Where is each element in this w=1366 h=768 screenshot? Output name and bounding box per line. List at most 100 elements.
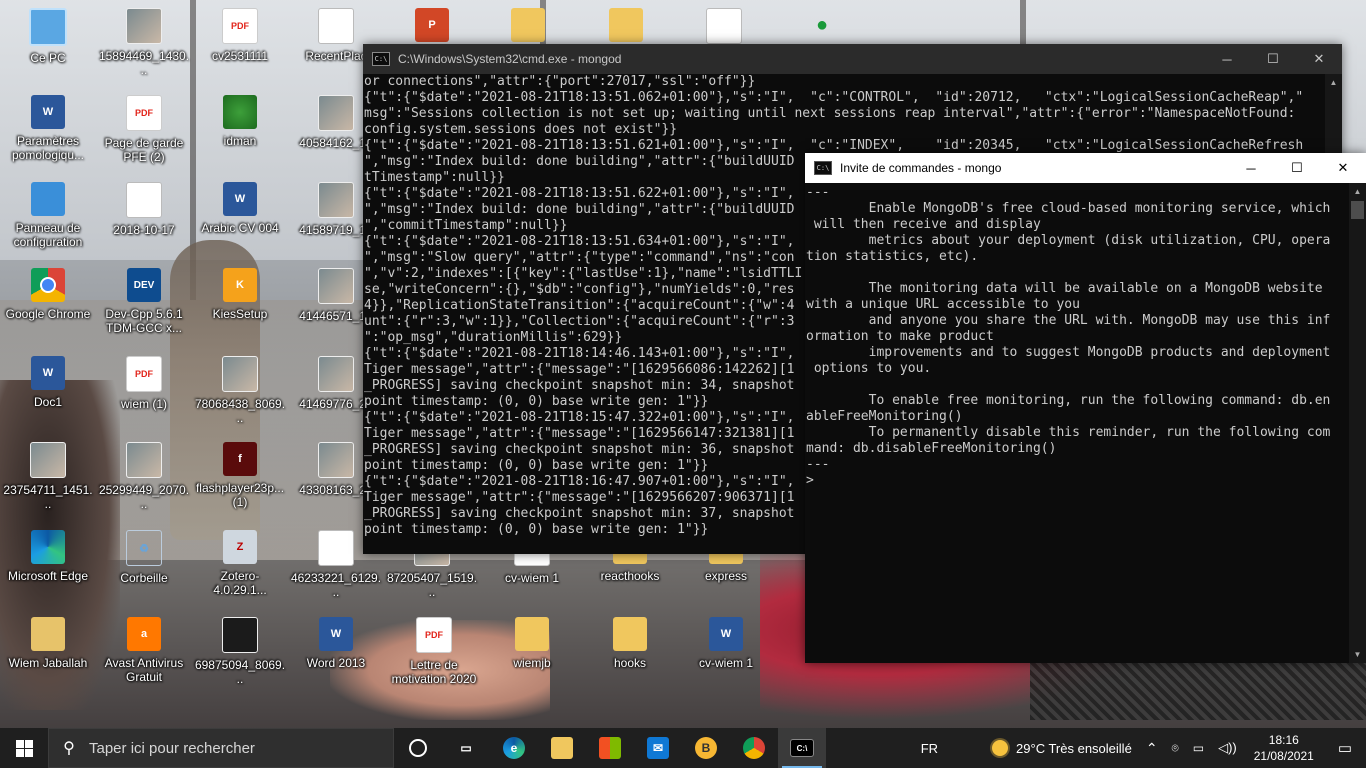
desktop-icon[interactable]: Ce PC — [2, 8, 94, 65]
close-button[interactable]: ✕ — [1296, 44, 1342, 74]
file-explorer-icon — [551, 737, 573, 759]
desktop-icon[interactable]: idman — [194, 95, 286, 148]
minimize-button[interactable]: ─ — [1228, 153, 1274, 183]
desktop-icon[interactable]: hooks — [584, 617, 676, 670]
scroll-up-arrow[interactable]: ▲ — [1325, 74, 1342, 91]
console-line: {"t":{"$date":"2021-08-21T18:13:51.621+0… — [364, 138, 1304, 153]
desktop-icon[interactable]: PDF Page de garde PFE (2) — [98, 95, 190, 164]
volume-icon[interactable]: ◁)) — [1211, 740, 1244, 756]
sun-icon — [992, 740, 1009, 756]
desktop-icon[interactable]: 15894469_1430... — [98, 8, 190, 77]
mongo-shell-window[interactable]: C:\ Invite de commandes - mongo ─ ☐ ✕ --… — [805, 153, 1366, 663]
taskbar-search[interactable]: ⚲ Taper ici pour rechercher — [48, 728, 394, 768]
clock[interactable]: 18:16 21/08/2021 — [1244, 732, 1324, 764]
chevron-up-icon[interactable]: ⌃ — [1139, 740, 1165, 757]
desktop-icon[interactable]: Panneau de configuration — [2, 182, 94, 249]
desktop-icon[interactable] — [580, 8, 672, 42]
weather-widget[interactable]: 29°C Très ensoleillé — [985, 740, 1139, 756]
word-doc-icon: W — [709, 617, 743, 651]
cmd-icon: C:\ — [814, 161, 832, 175]
scrollbar[interactable]: ▲ ▼ — [1349, 183, 1366, 663]
start-button[interactable] — [0, 728, 48, 768]
scroll-up-arrow[interactable]: ▲ — [1349, 183, 1366, 200]
desktop-icon[interactable]: W Doc1 — [2, 356, 94, 409]
taskbar-timeline[interactable]: ▭ — [442, 728, 490, 768]
taskbar-edge[interactable]: e — [490, 728, 538, 768]
desktop-icon[interactable]: Wiem Jaballah — [2, 617, 94, 670]
close-button[interactable]: ✕ — [1320, 153, 1366, 183]
window-titlebar[interactable]: C:\ Invite de commandes - mongo ─ ☐ ✕ — [805, 153, 1366, 183]
scrollbar-thumb[interactable] — [1351, 201, 1364, 219]
console-line: or connections","attr":{"port":27017,"ss… — [364, 74, 756, 89]
desktop-icon-label: 15894469_1430... — [98, 49, 190, 77]
maximize-button[interactable]: ☐ — [1250, 44, 1296, 74]
pdf-icon: PDF — [416, 617, 452, 653]
desktop-icon[interactable]: W cv-wiem 1 — [680, 617, 772, 670]
desktop-icon[interactable]: 69875094_8069... — [194, 617, 286, 686]
clock-time: 18:16 — [1268, 733, 1299, 747]
desktop-icon[interactable]: f flashplayer23p... (1) — [194, 442, 286, 509]
desktop-icon-label: 87205407_1519... — [386, 571, 478, 599]
taskbar-chrome[interactable] — [730, 728, 778, 768]
photo-icon — [222, 356, 258, 392]
desktop-icon[interactable]: Z Zotero-4.0.29.1... — [194, 530, 286, 597]
desktop-icon[interactable]: ♻ Corbeille — [98, 530, 190, 585]
desktop-icon[interactable]: PDF wiem (1) — [98, 356, 190, 411]
language-indicator[interactable]: FR — [914, 741, 945, 756]
network-icon[interactable]: ▭ — [1186, 741, 1211, 755]
edge-icon: e — [503, 737, 525, 759]
desktop-icon-label: Google Chrome — [5, 307, 91, 321]
desktop-icon[interactable]: wiemjb — [486, 617, 578, 670]
desktop-icon[interactable] — [678, 8, 770, 44]
window-title: C:\Windows\System32\cmd.exe - mongod — [398, 52, 622, 66]
desktop-icon[interactable]: 25299449_2070... — [98, 442, 190, 511]
taskbar-mail[interactable]: ✉ — [634, 728, 682, 768]
minimize-button[interactable]: ─ — [1204, 44, 1250, 74]
desktop-icon[interactable]: Google Chrome — [2, 268, 94, 321]
desktop-icon-label: 69875094_8069... — [194, 658, 286, 686]
desktop-icon[interactable] — [482, 8, 574, 42]
desktop-icon[interactable]: W Arabic CV 004 — [194, 182, 286, 235]
desktop-icon[interactable]: W Paramètres pomologiqu... — [2, 95, 94, 162]
console-line: --- — [806, 185, 830, 200]
desktop-icon-label: Ce PC — [30, 51, 66, 65]
system-tray: FR 29°C Très ensoleillé ⌃ ⌾ ▭ ◁)) 18:16 … — [914, 728, 1366, 768]
taskbar-file-explorer[interactable] — [538, 728, 586, 768]
chrome-icon — [743, 737, 765, 759]
console-line: will then receive and display — [806, 217, 1041, 232]
desktop-icon-label: express — [704, 569, 748, 583]
desktop-icon[interactable]: PDF cv2531111 — [194, 8, 286, 63]
taskbar-store[interactable] — [586, 728, 634, 768]
desktop-icon-label: wiemjb — [513, 656, 551, 670]
weather-text: 29°C Très ensoleillé — [1016, 740, 1132, 756]
taskbar-task-view[interactable] — [394, 728, 442, 768]
notification-icon[interactable]: ▭ — [1324, 739, 1366, 757]
window-titlebar[interactable]: C:\ C:\Windows\System32\cmd.exe - mongod… — [363, 44, 1342, 74]
taskbar-brave[interactable]: B — [682, 728, 730, 768]
desktop-icon[interactable]: 23754711_1451... — [2, 442, 94, 511]
folder-icon — [511, 8, 545, 42]
desktop-icon-label: Lettre de motivation 2020 — [391, 658, 477, 686]
desktop-icon[interactable]: 2018-10-17 — [98, 182, 190, 237]
desktop-icon[interactable]: DEV Dev-Cpp 5.6.1 TDM-GCC x... — [98, 268, 190, 335]
taskbar-cmd[interactable]: C:\ — [778, 728, 826, 768]
desktop-icon[interactable]: P — [386, 8, 478, 42]
maximize-button[interactable]: ☐ — [1274, 153, 1320, 183]
desktop-icon[interactable]: Microsoft Edge — [2, 530, 94, 583]
desktop-icon[interactable]: 78068438_8069... — [194, 356, 286, 425]
word-doc-icon: W — [31, 356, 65, 390]
console-output[interactable]: --- Enable MongoDB's free cloud-based mo… — [805, 183, 1348, 657]
console-line: To permanently disable this reminder, ru… — [806, 425, 1331, 440]
desktop-icon[interactable]: a Avast Antivirus Gratuit — [98, 617, 190, 684]
desktop-icon-label: wiem (1) — [120, 397, 167, 411]
desktop-icon[interactable]: PDF Lettre de motivation 2020 — [388, 617, 480, 686]
desktop-icon-label: Zotero-4.0.29.1... — [213, 569, 267, 597]
desktop-icon[interactable]: ● — [776, 8, 868, 42]
powerpoint-icon: P — [415, 8, 449, 42]
desktop-icon[interactable]: K KiesSetup — [194, 268, 286, 321]
camera-icon[interactable]: ⌾ — [1165, 741, 1186, 756]
scroll-down-arrow[interactable]: ▼ — [1349, 646, 1366, 663]
desktop-icon[interactable]: W Word 2013 — [290, 617, 382, 670]
